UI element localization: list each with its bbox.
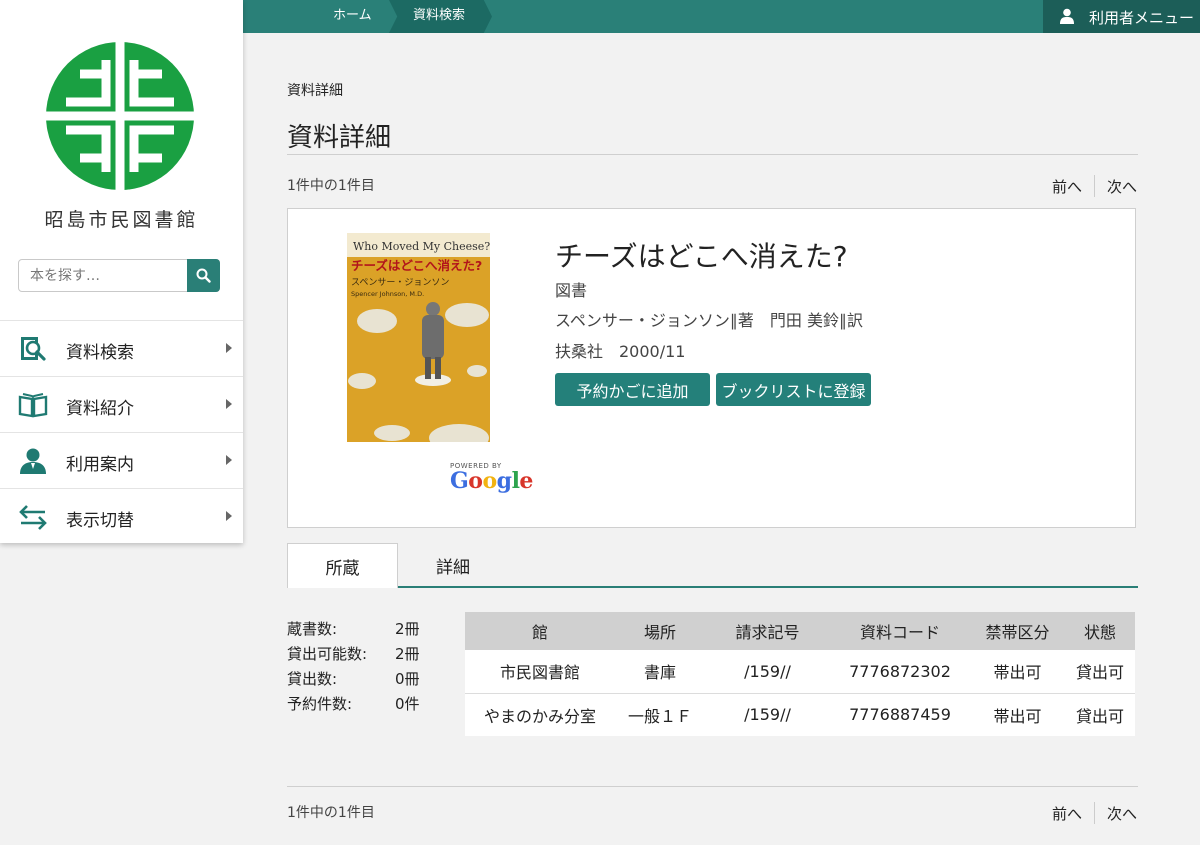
- user-menu-button[interactable]: 利用者メニュー: [1043, 0, 1200, 33]
- google-logo: Google: [450, 468, 533, 494]
- add-to-booklist-button[interactable]: ブックリストに登録: [716, 373, 871, 406]
- chevron-right-icon: [226, 399, 232, 409]
- result-count-bottom: 1件中の1件目: [287, 805, 375, 821]
- cover-art: Who Moved My Cheese? チーズはどこへ消えた? スペンサー・ジ…: [347, 233, 490, 442]
- open-book-icon: [18, 393, 48, 418]
- powered-by-google[interactable]: POWERED BY Google: [450, 462, 533, 494]
- pager-bottom: 前へ 次へ: [1052, 802, 1137, 824]
- pager-separator: [1093, 175, 1095, 197]
- book-type: 図書: [555, 281, 588, 300]
- library-name: 昭島市民図書館: [44, 209, 199, 231]
- prev-link[interactable]: 前へ: [1052, 803, 1082, 824]
- sidebar-item-label: 資料検索: [66, 343, 134, 363]
- sidebar-item-material-search[interactable]: 資料検索: [0, 320, 243, 376]
- stat-value: 0件: [395, 695, 420, 713]
- column-header: 禁帯区分: [970, 612, 1065, 650]
- column-header: 場所: [615, 612, 705, 650]
- divider: [287, 786, 1138, 787]
- table-header-row: 館 場所 請求記号 資料コード 禁帯区分 状態: [465, 612, 1135, 650]
- column-header: 館: [465, 612, 615, 650]
- holdings-table: 館 場所 請求記号 資料コード 禁帯区分 状態 市民図書館 書庫 /159// …: [465, 612, 1135, 736]
- column-header: 資料コード: [830, 612, 970, 650]
- table-cell: 市民図書館: [465, 650, 615, 694]
- top-bar: ホーム 資料検索 利用者メニュー: [243, 0, 1200, 33]
- stat-label: 蔵書数:: [287, 620, 338, 638]
- table-cell: /159//: [705, 693, 830, 736]
- table-row: 市民図書館 書庫 /159// 7776872302 帯出可 貸出可: [465, 650, 1135, 694]
- table-cell: 貸出可: [1065, 693, 1135, 736]
- search-button[interactable]: [187, 259, 220, 292]
- next-link[interactable]: 次へ: [1107, 803, 1137, 824]
- tab-holdings[interactable]: 所蔵: [287, 543, 398, 588]
- stat-label: 貸出可能数:: [287, 645, 368, 663]
- sidebar-item-label: 表示切替: [66, 511, 134, 531]
- stat-label: 予約件数:: [287, 695, 353, 713]
- cover-title-ja: チーズはどこへ消えた?: [351, 258, 482, 273]
- column-header: 請求記号: [705, 612, 830, 650]
- table-cell: /159//: [705, 650, 830, 694]
- prev-link[interactable]: 前へ: [1052, 176, 1082, 197]
- table-cell: 7776872302: [830, 650, 970, 694]
- holdings-stats: 蔵書数: 2冊 貸出可能数: 2冊 貸出数: 0冊 予約件数: 0件: [287, 618, 420, 718]
- stat-label: 貸出数:: [287, 670, 338, 688]
- search-icon: [196, 268, 211, 283]
- table-cell: 書庫: [615, 650, 705, 694]
- stat-value: 2冊: [395, 645, 420, 663]
- breadcrumb-current[interactable]: 資料検索: [413, 0, 465, 33]
- stat-row: 蔵書数: 2冊: [287, 618, 420, 643]
- search-box: [18, 259, 220, 292]
- pager-separator: [1093, 802, 1095, 824]
- result-count: 1件中の1件目: [287, 178, 375, 194]
- sidebar-item-label: 利用案内: [66, 455, 134, 475]
- column-header: 状態: [1065, 612, 1135, 650]
- page-title: 資料詳細: [287, 123, 392, 153]
- sidebar-item-label: 資料紹介: [66, 399, 134, 419]
- sidebar-item-usage-guide[interactable]: 利用案内: [0, 432, 243, 488]
- book-search-icon: [21, 337, 46, 361]
- sidebar-nav: 資料検索 資料紹介 利用案内 表示切替: [0, 320, 243, 544]
- book-card: Who Moved My Cheese? チーズはどこへ消えた? スペンサー・ジ…: [287, 208, 1136, 528]
- table-cell: 7776887459: [830, 693, 970, 736]
- table-cell: 帯出可: [970, 650, 1065, 694]
- chevron-right-icon: [226, 511, 232, 521]
- user-menu-label: 利用者メニュー: [1089, 9, 1195, 27]
- search-input[interactable]: [19, 260, 187, 291]
- divider: [287, 154, 1138, 155]
- person-icon: [20, 448, 46, 474]
- breadcrumb-home[interactable]: ホーム: [333, 0, 372, 33]
- cover-author-en: Spencer Johnson, M.D.: [351, 290, 424, 298]
- stat-row: 貸出可能数: 2冊: [287, 643, 420, 668]
- next-link[interactable]: 次へ: [1107, 176, 1137, 197]
- library-logo[interactable]: [44, 40, 196, 192]
- table-cell: 貸出可: [1065, 650, 1135, 694]
- table-row: やまのかみ分室 一般１Ｆ /159// 7776887459 帯出可 貸出可: [465, 693, 1135, 736]
- stat-row: 貸出数: 0冊: [287, 668, 420, 693]
- table-cell: やまのかみ分室: [465, 693, 615, 736]
- sidebar-item-material-intro[interactable]: 資料紹介: [0, 376, 243, 432]
- book-title: チーズはどこへ消えた?: [555, 240, 848, 273]
- pager-top: 前へ 次へ: [1052, 175, 1137, 197]
- cover-author: スペンサー・ジョンソン: [351, 277, 449, 288]
- stat-value: 0冊: [395, 670, 420, 688]
- add-to-reserve-cart-button[interactable]: 予約かごに追加: [555, 373, 710, 406]
- book-authors: スペンサー・ジョンソン∥著 門田 美鈴∥訳: [555, 311, 863, 330]
- chevron-right-icon: [226, 455, 232, 465]
- chevron-right-icon: [226, 343, 232, 353]
- sidebar-item-display-toggle[interactable]: 表示切替: [0, 488, 243, 544]
- section-label: 資料詳細: [287, 83, 343, 99]
- tab-details[interactable]: 詳細: [398, 543, 508, 588]
- book-publisher: 扶桑社 2000/11: [555, 342, 686, 361]
- sidebar: 昭島市民図書館 資料検索 資料紹介: [0, 0, 243, 543]
- stat-value: 2冊: [395, 620, 420, 638]
- tab-underline: [287, 586, 1138, 588]
- stat-row: 予約件数: 0件: [287, 693, 420, 718]
- cover-title-en: Who Moved My Cheese?: [353, 240, 490, 253]
- table-cell: 一般１Ｆ: [615, 693, 705, 736]
- book-cover[interactable]: Who Moved My Cheese? チーズはどこへ消えた? スペンサー・ジ…: [347, 233, 490, 442]
- user-icon: [1060, 8, 1074, 24]
- table-cell: 帯出可: [970, 693, 1065, 736]
- swap-arrows-icon: [19, 505, 47, 530]
